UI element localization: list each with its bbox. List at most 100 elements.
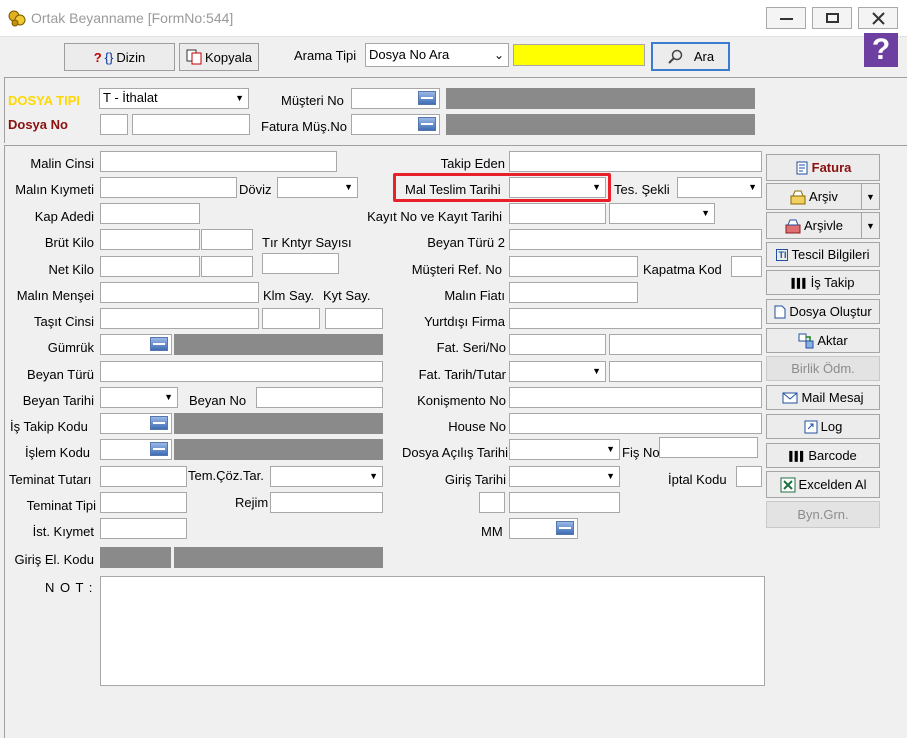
arsiv-button[interactable]: Arşiv ▼ — [766, 183, 880, 210]
malin-mensei-input[interactable] — [100, 282, 259, 303]
lookup-icon[interactable] — [150, 442, 168, 456]
birlik-odm-button[interactable]: Birlik Ödm. — [766, 356, 880, 381]
aktar-button[interactable]: Aktar — [766, 328, 880, 353]
log-button[interactable]: Log — [766, 414, 880, 439]
beyan-no-input[interactable] — [256, 387, 383, 408]
malin-cinsi-input[interactable] — [100, 151, 337, 172]
dosya-acilis-tarihi-label: Dosya Açılış Tarihi — [402, 445, 508, 460]
kayit-tarihi-select[interactable]: ▼ — [609, 203, 715, 224]
iptal-kodu-input[interactable] — [736, 466, 762, 487]
dosya-olustur-button[interactable]: Dosya Oluştur — [766, 299, 880, 324]
tasit-cinsi-label: Taşıt Cinsi — [34, 314, 94, 329]
fatura-button[interactable]: Fatura — [766, 154, 880, 181]
mal-teslim-tarihi-select[interactable]: ▼ — [509, 177, 606, 198]
dosya-no-prefix-input[interactable] — [100, 114, 128, 135]
house-no-input[interactable] — [509, 413, 762, 434]
close-icon — [872, 12, 885, 25]
arama-tipi-select[interactable]: Dosya No Ara ⌄ — [365, 43, 509, 67]
konismento-no-input[interactable] — [509, 387, 762, 408]
tes-sekli-select[interactable]: ▼ — [677, 177, 762, 198]
tescil-bilgileri-button[interactable]: TI Tescil Bilgileri — [766, 242, 880, 267]
giris-tarihi-select[interactable]: ▼ — [509, 466, 620, 487]
net-kilo-label: Net Kilo — [48, 262, 94, 277]
arsivle-button[interactable]: Arşivle ▼ — [766, 212, 880, 239]
teminat-tutari-input[interactable] — [100, 466, 187, 487]
beyan-tarihi-label: Beyan Tarihi — [22, 393, 94, 408]
kayit-no-input[interactable] — [509, 203, 606, 224]
islem-kodu-input[interactable] — [100, 439, 172, 460]
fat-seri-input[interactable] — [509, 334, 606, 355]
dosya-acilis-tarihi-select[interactable]: ▼ — [509, 439, 620, 460]
window-title: Ortak Beyanname [FormNo:544] — [31, 10, 234, 26]
minimize-icon — [780, 18, 793, 20]
rejim-input[interactable] — [270, 492, 383, 513]
net-kilo-input[interactable] — [100, 256, 200, 277]
yurtdisi-firma-input[interactable] — [509, 308, 762, 329]
fat-no-input[interactable] — [609, 334, 762, 355]
tir-kntyr-input[interactable] — [262, 253, 339, 274]
dosya-no-input[interactable] — [132, 114, 250, 135]
malin-mensei-label: Malın Menşei — [16, 288, 94, 303]
musteri-ref-no-input[interactable] — [509, 256, 638, 277]
beyan-turu-input[interactable] — [100, 361, 383, 382]
extra-code-input[interactable] — [479, 492, 505, 513]
gumruk-input[interactable] — [100, 334, 172, 355]
doviz-select[interactable]: ▼ — [277, 177, 358, 198]
fat-seri-no-label: Fat. Seri/No — [436, 340, 506, 355]
not-textarea[interactable] — [100, 576, 765, 686]
ist-kiymet-input[interactable] — [100, 518, 187, 539]
dizin-icon: ? — [93, 49, 102, 65]
malin-kiymeti-input[interactable] — [100, 177, 237, 198]
byn-grn-button[interactable]: Byn.Grn. — [766, 501, 880, 528]
dosya-tipi-select[interactable]: T - İthalat ▼ — [99, 88, 249, 109]
kopyala-button[interactable]: Kopyala — [179, 43, 259, 71]
mm-input[interactable] — [509, 518, 578, 539]
net-kilo-unit-input[interactable] — [201, 256, 253, 277]
arsivle-dropdown-icon[interactable]: ▼ — [861, 213, 879, 238]
kapatma-kod-label: Kapatma Kod — [643, 262, 722, 277]
is-takip-kodu-label: İş Takip Kodu — [10, 419, 88, 434]
is-takip-kodu-input[interactable] — [100, 413, 172, 434]
lookup-icon[interactable] — [556, 521, 574, 535]
arsiv-dropdown-icon[interactable]: ▼ — [861, 184, 879, 209]
is-takip-button[interactable]: ▌▌▌ İş Takip — [766, 270, 880, 295]
fat-tarih-select[interactable]: ▼ — [509, 361, 606, 382]
search-input[interactable] — [513, 44, 645, 66]
kyt-say-input[interactable] — [325, 308, 383, 329]
ara-button[interactable]: Ara — [651, 42, 730, 71]
dropdown-arrow-icon: ▼ — [606, 471, 615, 481]
minimize-button[interactable] — [766, 7, 806, 29]
giris-el-kodu-name-display — [174, 547, 383, 568]
klm-say-input[interactable] — [262, 308, 320, 329]
brut-kilo-input[interactable] — [100, 229, 200, 250]
kapatma-kod-input[interactable] — [731, 256, 762, 277]
takip-eden-input[interactable] — [509, 151, 762, 172]
close-button[interactable] — [858, 7, 898, 29]
mail-mesaj-button[interactable]: Mail Mesaj — [766, 385, 880, 410]
teminat-tipi-input[interactable] — [100, 492, 187, 513]
lookup-icon[interactable] — [418, 117, 436, 131]
lookup-icon[interactable] — [150, 416, 168, 430]
lookup-icon[interactable] — [418, 91, 436, 105]
fis-no-input[interactable] — [659, 437, 758, 458]
maximize-button[interactable] — [812, 7, 852, 29]
barcode-button[interactable]: ▌▌▌ Barcode — [766, 443, 880, 468]
extra-value-input[interactable] — [509, 492, 620, 513]
musteri-no-input[interactable] — [351, 88, 440, 109]
excelden-al-button[interactable]: Excelden Al — [766, 471, 880, 498]
lookup-icon[interactable] — [150, 337, 168, 351]
fis-no-label: Fiş No — [622, 445, 660, 460]
fatura-mus-no-input[interactable] — [351, 114, 440, 135]
brut-kilo-unit-input[interactable] — [201, 229, 253, 250]
dizin-button[interactable]: ?{} Dizin — [64, 43, 175, 71]
kayit-no-label: Kayıt No ve Kayıt Tarihi — [367, 209, 502, 224]
islem-kodu-name-display — [174, 439, 383, 460]
beyan-tarihi-select[interactable]: ▼ — [100, 387, 178, 408]
malin-fiati-input[interactable] — [509, 282, 638, 303]
fat-tutar-input[interactable] — [609, 361, 762, 382]
kap-adedi-input[interactable] — [100, 203, 200, 224]
tasit-cinsi-input[interactable] — [100, 308, 259, 329]
tem-coz-tar-select[interactable]: ▼ — [270, 466, 383, 487]
help-button[interactable]: ? — [864, 33, 898, 67]
beyan-turu-2-input[interactable] — [509, 229, 762, 250]
